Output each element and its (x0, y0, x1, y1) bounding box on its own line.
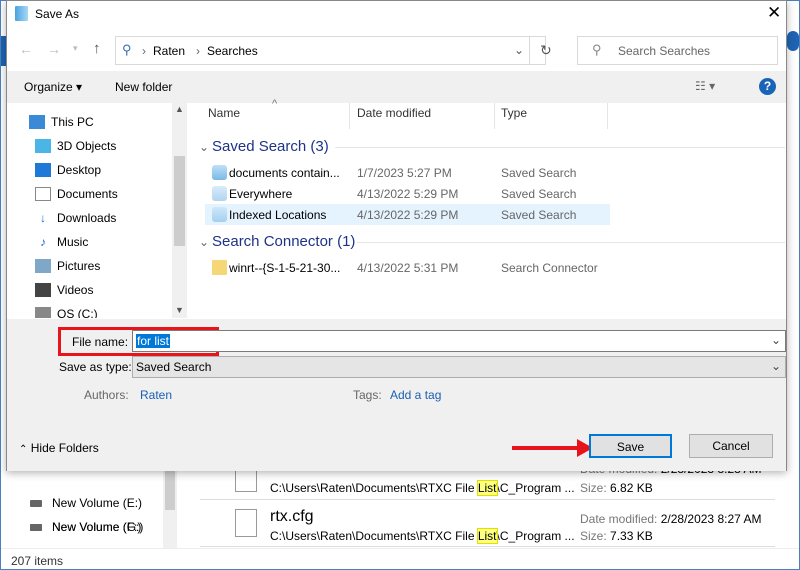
file-name-label: File name: (72, 335, 129, 349)
download-icon: ↓ (40, 211, 46, 225)
collapse-chevron-icon[interactable]: ⌄ (199, 140, 209, 154)
videos-icon (35, 283, 51, 297)
bg-help-icon (787, 31, 799, 51)
saved-search-icon (212, 207, 227, 222)
drive-icon (35, 307, 51, 318)
back-icon[interactable]: ← (19, 41, 33, 57)
group-search-connector[interactable]: Search Connector (1) (212, 233, 355, 250)
music-icon: ♪ (40, 235, 46, 249)
refresh-icon[interactable]: ↻ (540, 42, 552, 59)
scroll-down-icon[interactable]: ▼ (175, 305, 184, 315)
cancel-button[interactable]: Cancel (689, 434, 773, 458)
nav-this-pc[interactable]: This PC (29, 115, 94, 129)
nav-music[interactable]: ♪ Music (35, 235, 88, 249)
file-row-selected[interactable]: Indexed Locations 4/13/2022 5:29 PM Save… (205, 204, 610, 225)
nav-downloads[interactable]: ↓ Downloads (35, 211, 116, 225)
dialog-icon (15, 6, 28, 21)
column-type[interactable]: Type (501, 106, 527, 120)
file-icon (235, 509, 257, 537)
cube-icon (35, 139, 51, 153)
bg-result-row[interactable]: rtx.cfg C:\Users\Raten\Documents\RTXC Fi… (200, 501, 775, 547)
nav-desktop[interactable]: Desktop (35, 163, 101, 177)
search-location-icon: ⚲ (122, 42, 132, 57)
nav-videos[interactable]: Videos (35, 283, 93, 297)
nav-os-c[interactable]: OS (C:) (35, 307, 98, 318)
search-connector-icon (212, 260, 227, 275)
breadcrumb-raten[interactable]: Raten (153, 44, 185, 58)
nav-3d-objects[interactable]: 3D Objects (35, 139, 116, 153)
save-button[interactable]: Save (589, 434, 672, 458)
forward-icon[interactable]: → (47, 41, 61, 57)
up-icon[interactable]: ↑ (93, 40, 101, 57)
dialog-title: Save As (35, 7, 80, 21)
pictures-icon (35, 259, 51, 273)
file-row[interactable]: winrt--{S-1-5-21-30... 4/13/2022 5:31 PM… (205, 257, 610, 278)
save-as-dialog: Save As ✕ ← → ▾ ↑ ⚲ › Raten › Searches ⌄… (6, 0, 787, 471)
bg-volume-e[interactable]: New Volume (E:) (30, 496, 142, 510)
toolbar: Organize ▾ New folder ☷ ▾ ? (7, 71, 786, 103)
authors-label: Authors: (84, 388, 129, 402)
file-name-input[interactable]: for list ⌄ (132, 330, 786, 352)
authors-value[interactable]: Raten (140, 388, 172, 402)
hide-folders-button[interactable]: ⌃ Hide Folders (19, 441, 99, 455)
file-row[interactable]: documents contain... 1/7/2023 5:27 PM Sa… (205, 162, 610, 183)
tags-input[interactable]: Add a tag (390, 388, 441, 402)
save-as-type-label: Save as type: (59, 360, 132, 374)
sort-ascending-icon: ^ (272, 98, 278, 110)
collapse-chevron-icon[interactable]: ⌄ (199, 235, 209, 249)
bg-volume-g-label[interactable]: New Volume (G:) (30, 520, 143, 534)
documents-icon (35, 187, 51, 201)
address-dropdown-icon[interactable]: ⌄ (514, 43, 524, 57)
breadcrumb-searches[interactable]: Searches (207, 44, 258, 58)
organize-button[interactable]: Organize ▾ (24, 80, 82, 94)
column-date-modified[interactable]: Date modified (357, 106, 431, 120)
annotation-arrow (512, 446, 582, 450)
save-as-type-select[interactable]: Saved Search ⌄ (132, 356, 786, 378)
tags-label: Tags: (353, 388, 382, 402)
select-chevron-icon: ⌄ (771, 359, 782, 373)
view-options-icon[interactable]: ☷ ▾ (695, 79, 715, 93)
nav-documents[interactable]: Documents (35, 187, 118, 201)
scroll-up-icon[interactable]: ▲ (175, 104, 184, 114)
desktop-icon (35, 163, 51, 177)
computer-icon (29, 115, 45, 129)
saved-search-icon (212, 186, 227, 201)
chevron-up-icon: ⌃ (19, 444, 28, 455)
drive-icon (30, 524, 42, 532)
search-icon: ⚲ (592, 42, 602, 57)
file-name-dropdown-icon[interactable]: ⌄ (771, 333, 781, 347)
search-input[interactable]: ⚲ Search Searches (577, 36, 778, 65)
nav-pictures[interactable]: Pictures (35, 259, 100, 273)
close-icon[interactable]: ✕ (767, 3, 781, 23)
recent-chevron-icon[interactable]: ▾ (73, 43, 78, 54)
status-bar: 207 items (1, 548, 799, 569)
column-name[interactable]: Name (208, 106, 240, 120)
group-saved-search[interactable]: Saved Search (3) (212, 138, 329, 155)
address-bar[interactable]: ⚲ › Raten › Searches ⌄ ↻ (115, 36, 552, 65)
bg-nav-scroll-thumb[interactable] (165, 470, 175, 510)
drive-icon (30, 500, 42, 508)
new-folder-button[interactable]: New folder (115, 80, 172, 94)
saved-search-icon (212, 165, 227, 180)
nav-scroll-thumb[interactable] (174, 156, 185, 246)
save-form: File name: for list ⌄ Save as type: Save… (7, 319, 786, 471)
file-row[interactable]: Everywhere 4/13/2022 5:29 PM Saved Searc… (205, 183, 610, 204)
help-icon[interactable]: ? (759, 78, 776, 95)
